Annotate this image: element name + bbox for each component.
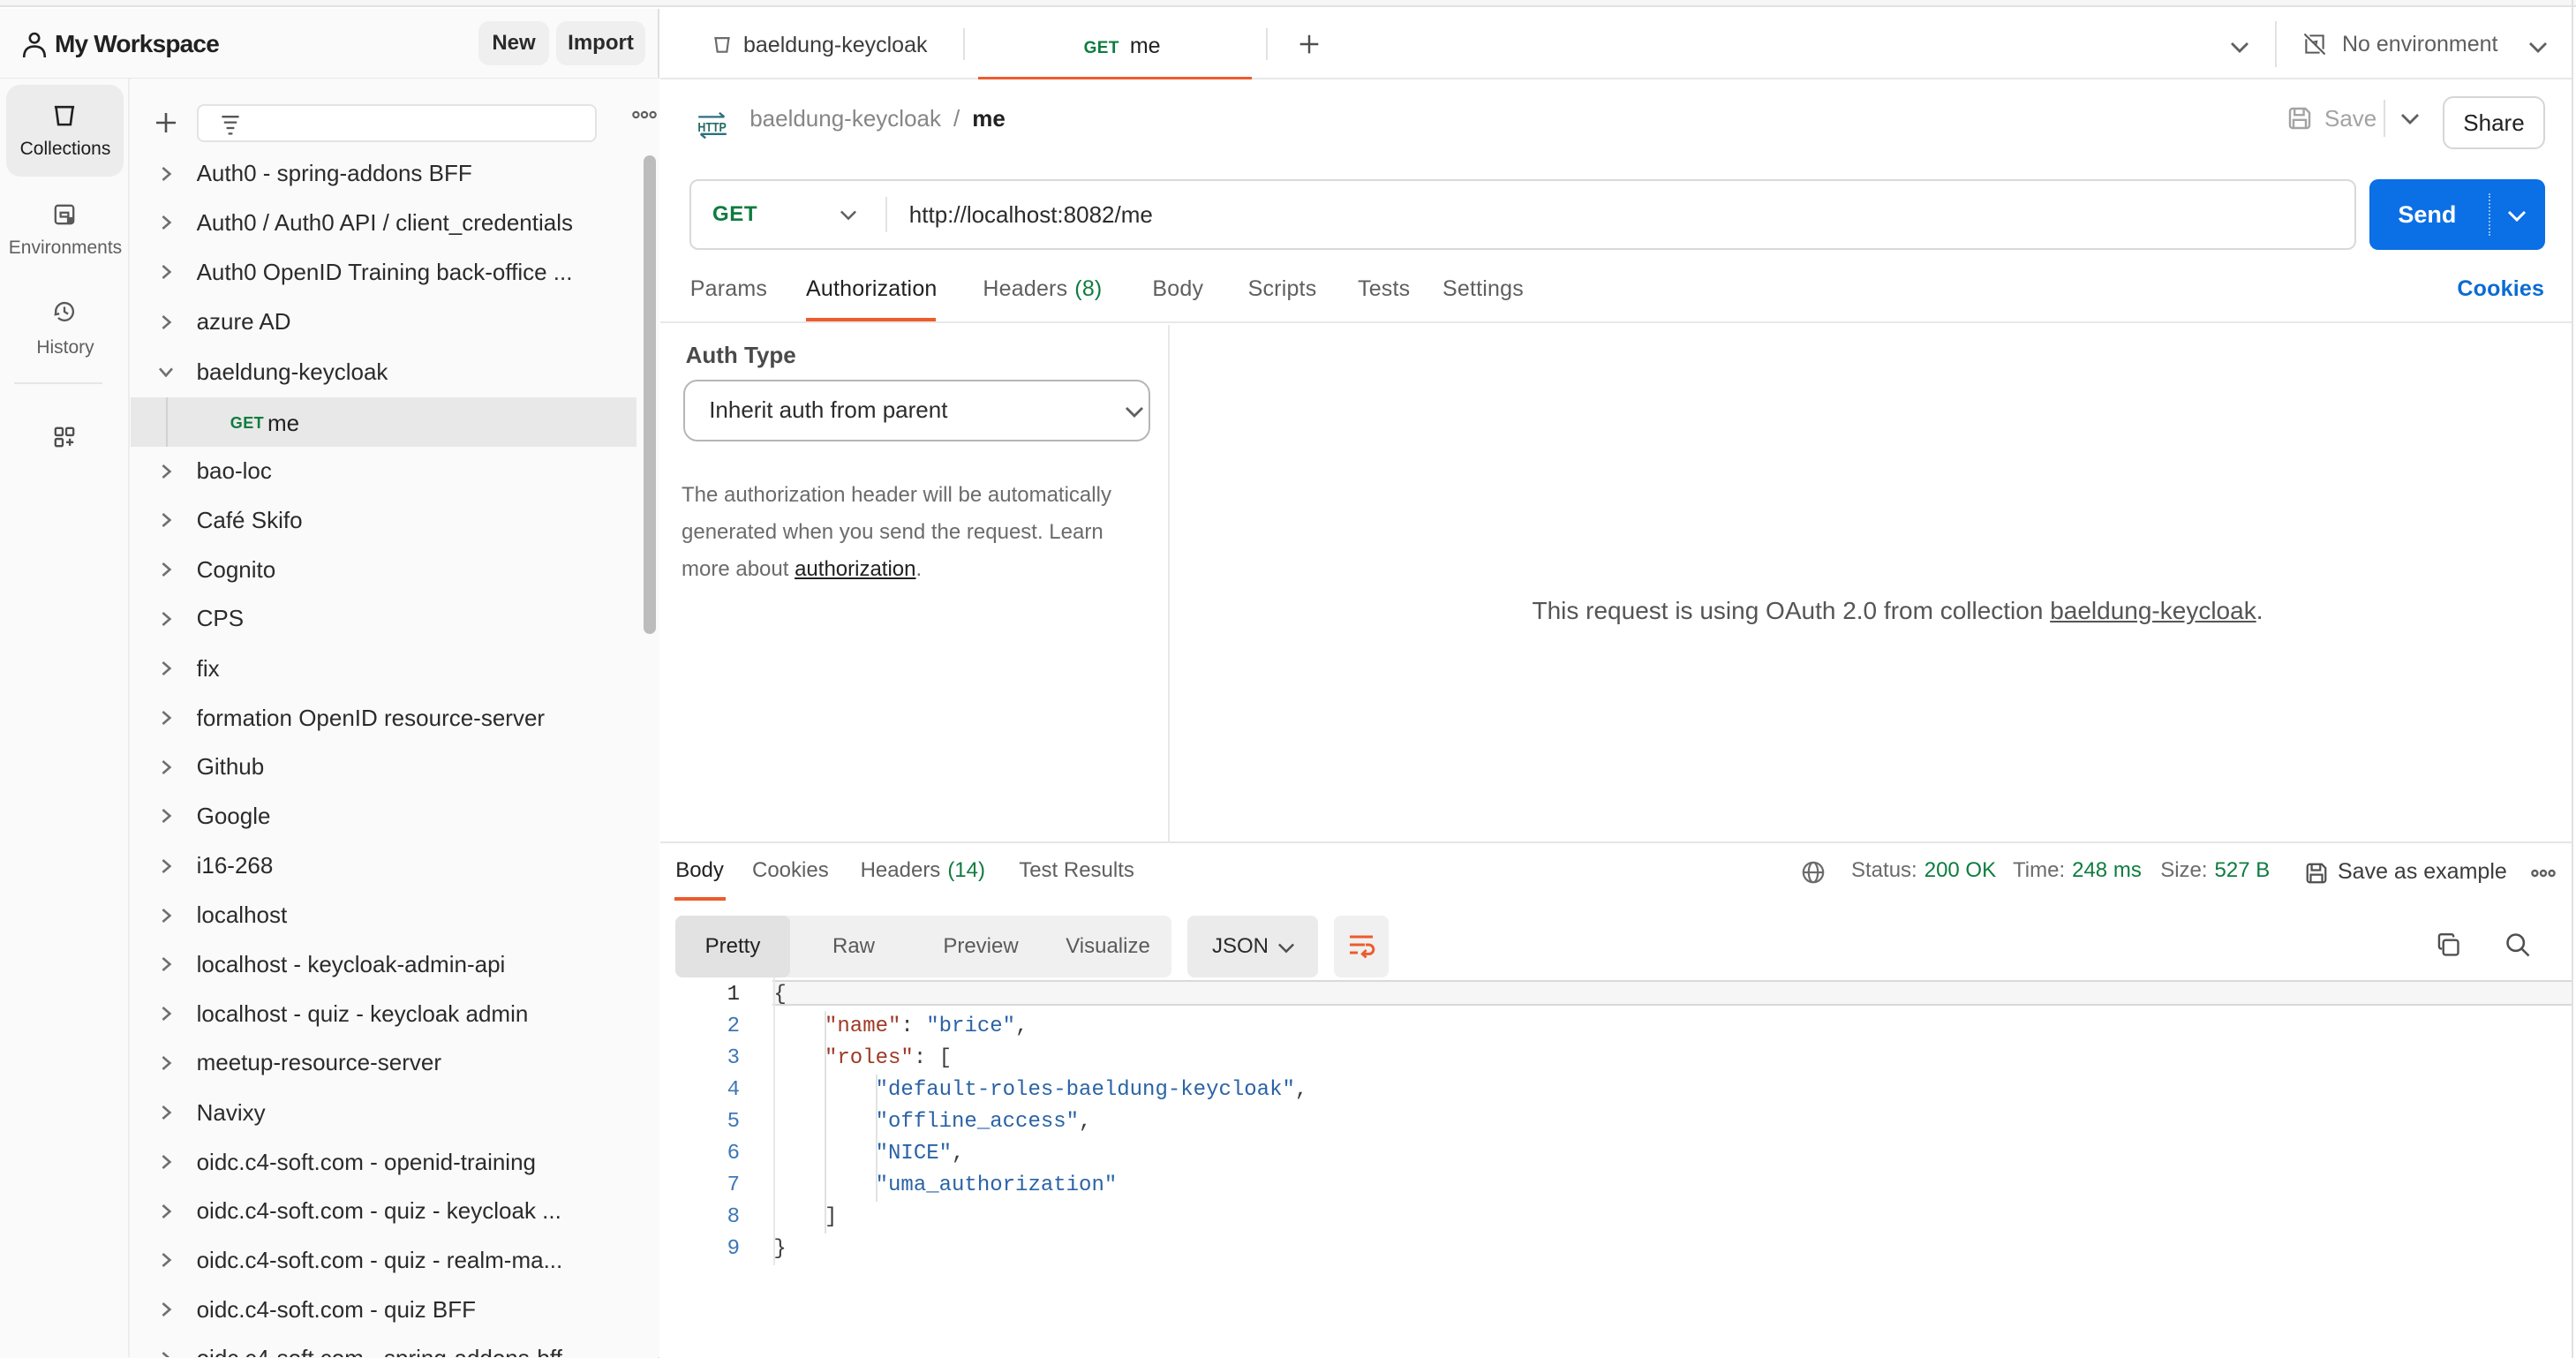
svg-text:HTTP: HTTP: [697, 120, 726, 135]
